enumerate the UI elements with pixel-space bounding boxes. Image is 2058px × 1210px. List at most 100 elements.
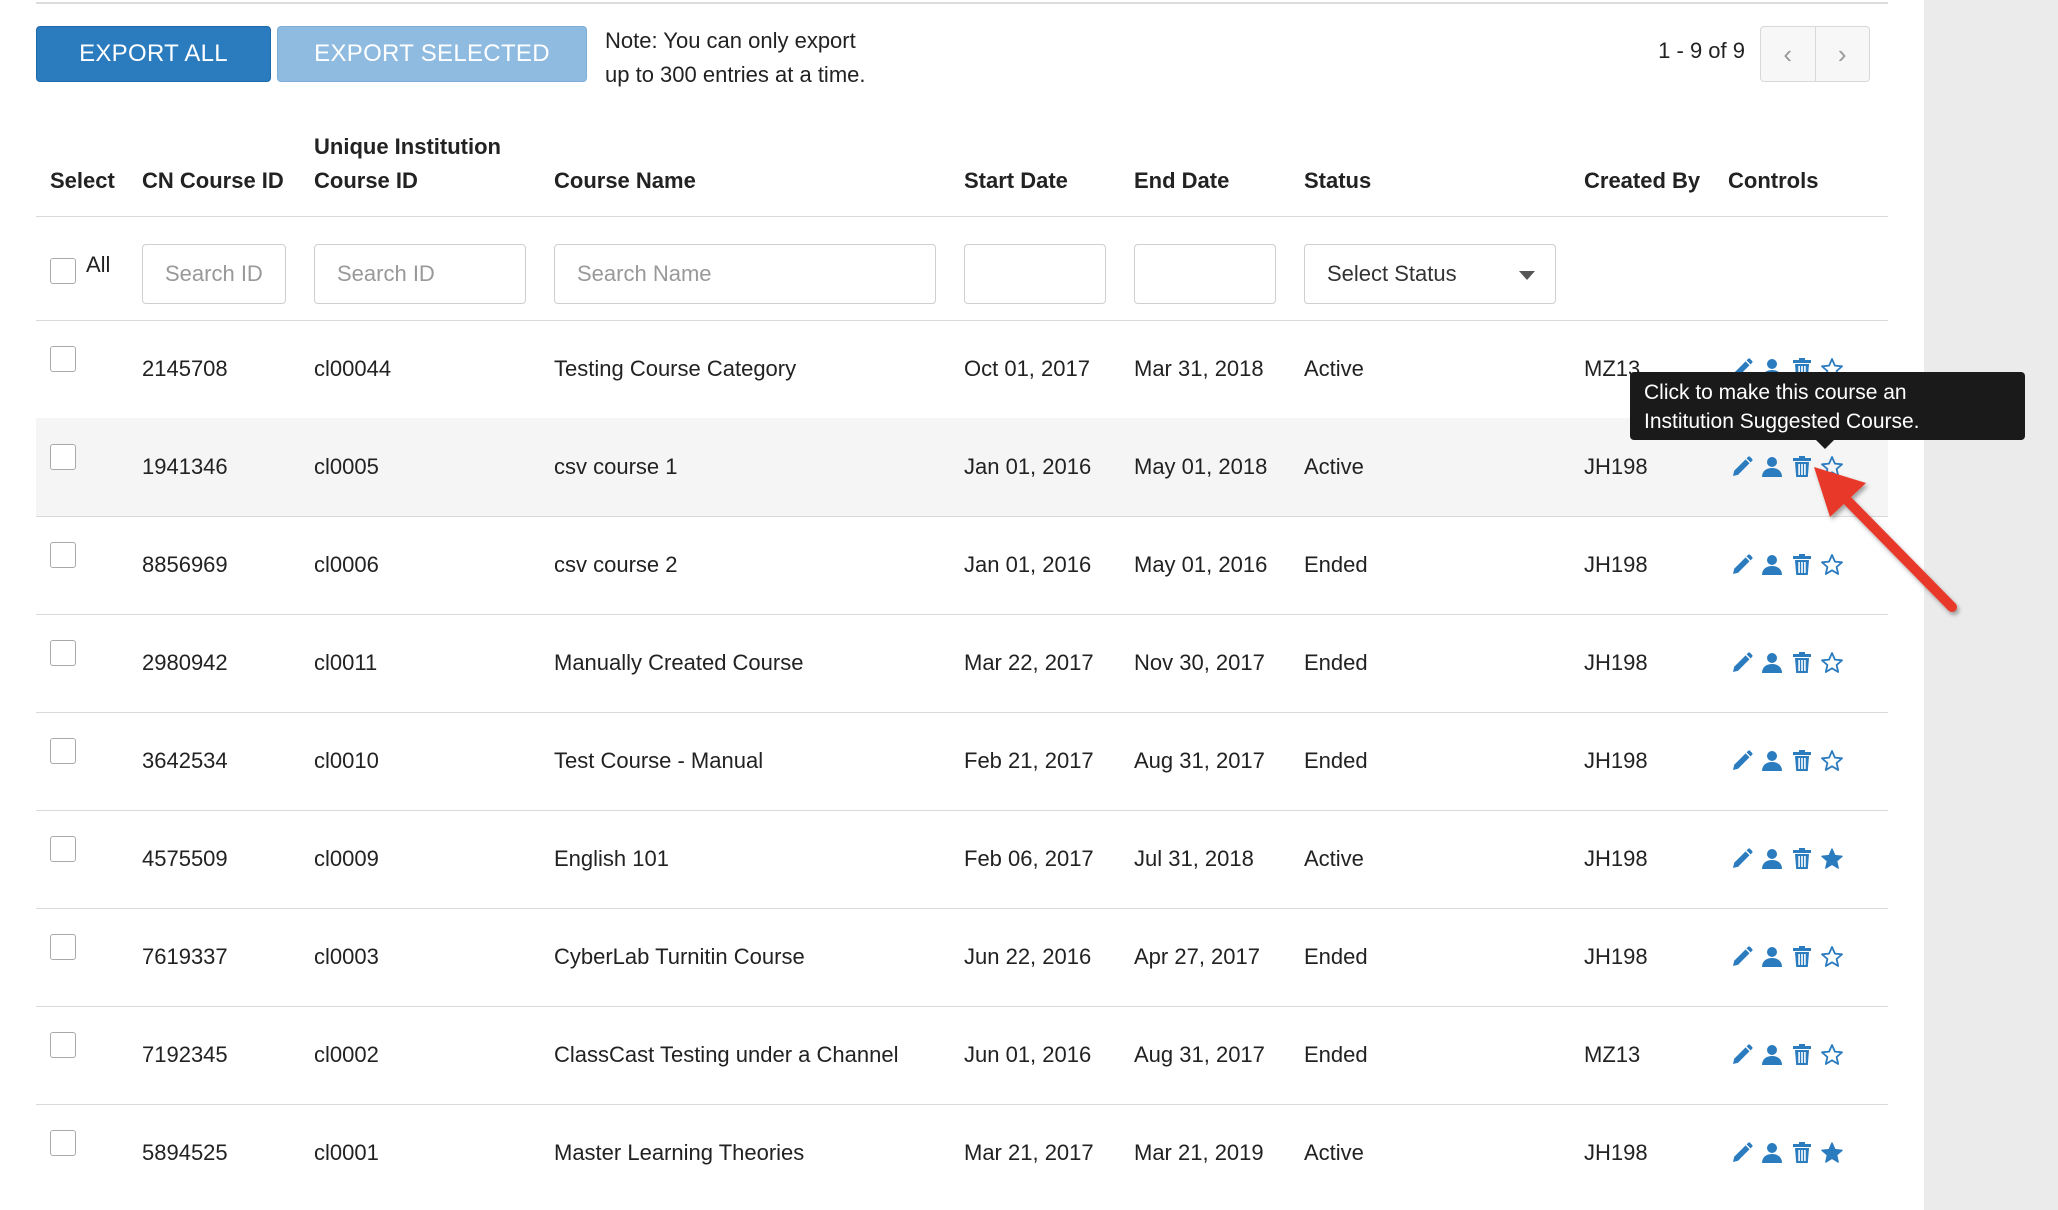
row-select-checkbox[interactable] [50,836,76,862]
header-course-name: Course Name [554,168,696,193]
edit-course-button[interactable] [1730,553,1754,577]
pencil-icon [1730,1043,1754,1067]
cell-start-date: Mar 22, 2017 [964,650,1094,675]
star-icon [1820,749,1844,773]
row-select-checkbox[interactable] [50,640,76,666]
cell-created-by: MZ13 [1584,1042,1641,1067]
cell-cn-course-id: 4575509 [142,846,228,871]
cell-status: Ended [1304,944,1368,969]
table-row: 7619337 cl0003 CyberLab Turnitin Course Jun… [36,908,1888,1006]
cell-course-name: Test Course - Manual [554,748,764,773]
cell-created-by: JH198 [1584,748,1648,773]
suggest-course-button[interactable] [1820,847,1844,871]
delete-course-button[interactable] [1790,651,1814,675]
delete-course-button[interactable] [1790,1141,1814,1165]
user-icon [1760,945,1784,969]
prev-page-button[interactable]: ‹ [1761,27,1815,81]
cell-start-date: Jun 01, 2016 [964,1042,1092,1067]
pencil-icon [1730,847,1754,871]
edit-course-button[interactable] [1730,651,1754,675]
user-icon [1760,1141,1784,1165]
tooltip-line2: Institution Suggested Course. [1644,410,1920,433]
header-unique-line1: Unique Institution [314,134,501,159]
cell-end-date: May 01, 2018 [1134,454,1268,479]
cell-created-by: JH198 [1584,650,1648,675]
cell-start-date: Feb 06, 2017 [964,846,1094,871]
cell-cn-course-id: 2980942 [142,650,228,675]
export-selected-button[interactable]: EXPORT SELECTED [277,26,587,82]
row-select-checkbox[interactable] [50,346,76,372]
delete-course-button[interactable] [1790,847,1814,871]
cell-unique-course-id: cl00044 [314,356,392,381]
edit-course-button[interactable] [1730,1141,1754,1165]
enroll-users-button[interactable] [1760,847,1784,871]
row-select-checkbox[interactable] [50,738,76,764]
enroll-users-button[interactable] [1760,1141,1784,1165]
cell-end-date: Aug 31, 2017 [1134,748,1265,773]
start-date-filter-input[interactable] [964,244,1106,304]
trash-icon [1790,651,1814,675]
suggest-course-button[interactable] [1820,749,1844,773]
row-select-checkbox[interactable] [50,1032,76,1058]
cell-course-name: Testing Course Category [554,356,797,381]
next-page-button[interactable]: › [1814,27,1870,81]
edit-course-button[interactable] [1730,847,1754,871]
header-divider [36,216,1888,217]
row-controls [1730,908,1844,1006]
delete-course-button[interactable] [1790,945,1814,969]
cell-start-date: Oct 01, 2017 [964,356,1090,381]
star-icon [1820,945,1844,969]
pencil-icon [1730,651,1754,675]
cell-cn-course-id: 8856969 [142,552,228,577]
cell-course-name: Manually Created Course [554,650,804,675]
enroll-users-button[interactable] [1760,1043,1784,1067]
edit-course-button[interactable] [1730,1043,1754,1067]
user-icon [1760,749,1784,773]
edit-course-button[interactable] [1730,945,1754,969]
delete-course-button[interactable] [1790,749,1814,773]
enroll-users-button[interactable] [1760,553,1784,577]
enroll-users-button[interactable] [1760,945,1784,969]
row-controls [1730,810,1844,908]
row-select-checkbox[interactable] [50,1130,76,1156]
edit-course-button[interactable] [1730,455,1754,479]
select-all-checkbox[interactable] [50,258,76,284]
enroll-users-button[interactable] [1760,651,1784,675]
user-icon [1760,651,1784,675]
cell-end-date: Apr 27, 2017 [1134,944,1260,969]
search-cn-id-input[interactable] [142,244,286,304]
pencil-icon [1730,749,1754,773]
end-date-filter-input[interactable] [1134,244,1276,304]
suggest-course-button[interactable] [1820,1141,1844,1165]
enroll-users-button[interactable] [1760,455,1784,479]
status-select[interactable]: Select Status [1304,244,1556,304]
cell-cn-course-id: 5894525 [142,1140,228,1165]
header-cn-course-id: CN Course ID [142,168,284,193]
tooltip-pointer [1816,440,1834,449]
cell-status: Ended [1304,1042,1368,1067]
header-start-date: Start Date [964,168,1068,193]
trash-icon [1790,847,1814,871]
row-controls [1730,1104,1844,1202]
pagination-range: 1 - 9 of 9 [1658,38,1745,63]
search-name-input[interactable] [554,244,936,304]
table-row: 7192345 cl0002 ClassCast Testing under a C… [36,1006,1888,1104]
export-note: Note: You can only export up to 300 entr… [605,24,935,92]
export-all-button[interactable]: EXPORT ALL [36,26,271,82]
user-icon [1760,1043,1784,1067]
cell-cn-course-id: 3642534 [142,748,228,773]
table-row: 8856969 cl0006 csv course 2 Jan 01, 2016 May… [36,516,1888,614]
suggest-course-button[interactable] [1820,651,1844,675]
suggest-course-button[interactable] [1820,1043,1844,1067]
delete-course-button[interactable] [1790,1043,1814,1067]
suggest-course-button[interactable] [1820,945,1844,969]
status-select-value: Select Status [1327,261,1457,286]
row-select-checkbox[interactable] [50,444,76,470]
edit-course-button[interactable] [1730,749,1754,773]
header-select: Select [50,168,115,193]
row-select-checkbox[interactable] [50,934,76,960]
enroll-users-button[interactable] [1760,749,1784,773]
row-select-checkbox[interactable] [50,542,76,568]
cell-course-name: ClassCast Testing under a Channel [554,1042,899,1067]
search-unique-id-input[interactable] [314,244,526,304]
